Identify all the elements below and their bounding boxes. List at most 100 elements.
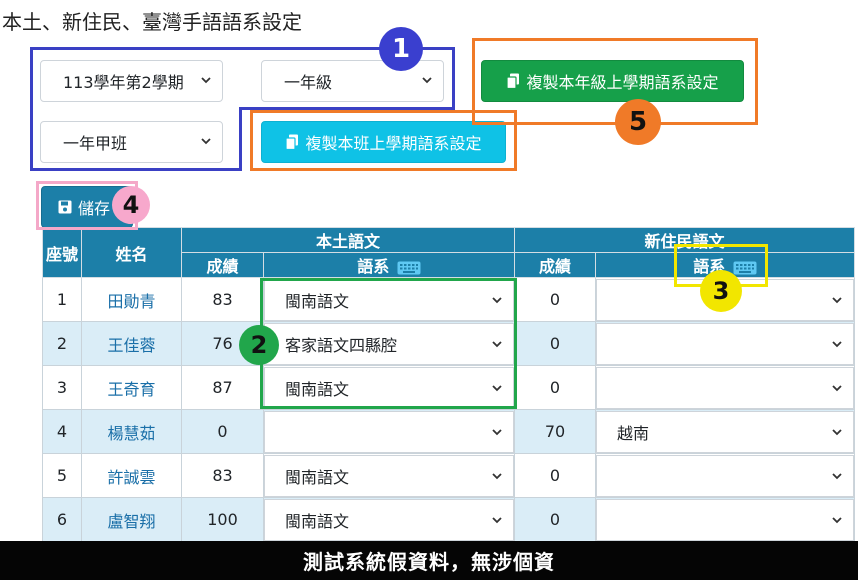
local-lang-select[interactable]: 客家語文四縣腔	[264, 322, 515, 365]
new-lang-cell	[595, 497, 856, 542]
chevron-down-icon	[422, 77, 432, 84]
local-lang-cell	[262, 409, 516, 454]
copy-icon	[506, 73, 520, 89]
chevron-down-icon	[492, 516, 502, 523]
student-name-link[interactable]: 田勛青	[81, 277, 182, 322]
semester-select[interactable]: 113學年第2學期	[40, 60, 223, 102]
keyboard-icon[interactable]	[397, 261, 421, 275]
local-score-cell: 87	[181, 365, 264, 410]
student-name-link[interactable]: 盧智翔	[81, 497, 182, 542]
local-lang-select[interactable]: 閩南語文	[264, 454, 515, 497]
local-lang-value: 閩南語文	[285, 467, 350, 487]
student-name-link[interactable]: 楊慧茹	[81, 409, 182, 454]
new-lang-select[interactable]	[596, 322, 855, 365]
chevron-down-icon	[832, 384, 842, 391]
new-lang-cell	[595, 321, 856, 366]
annotation-frame-1-left	[30, 107, 33, 171]
new-score-header: 成績	[514, 252, 597, 278]
chevron-down-icon	[832, 340, 842, 347]
save-button-label: 儲存	[78, 199, 111, 218]
badge-5: 5	[615, 99, 661, 145]
semester-select-value: 113學年第2學期	[63, 73, 184, 92]
seat-cell: 3	[42, 365, 82, 410]
seat-cell: 6	[42, 497, 82, 542]
local-lang-value: 閩南語文	[285, 291, 350, 311]
new-score-cell: 0	[514, 453, 597, 498]
class-select[interactable]: 一年甲班	[40, 121, 223, 163]
chevron-down-icon	[832, 516, 842, 523]
seat-cell: 5	[42, 453, 82, 498]
annotation-frame-1-inner-right	[239, 107, 242, 171]
chevron-down-icon	[832, 296, 842, 303]
copy-grade-settings-label: 複製本年級上學期語系設定	[526, 73, 719, 92]
new-lang-cell	[595, 365, 856, 410]
seat-cell: 1	[42, 277, 82, 322]
chevron-down-icon	[492, 296, 502, 303]
local-lang-select[interactable]: 閩南語文	[264, 366, 515, 409]
chevron-down-icon	[492, 340, 502, 347]
badge-2: 2	[239, 325, 279, 365]
local-lang-header: 語系	[262, 252, 516, 278]
floppy-disk-icon	[58, 200, 72, 214]
keyboard-icon[interactable]	[733, 261, 757, 275]
student-name-link[interactable]: 王奇育	[81, 365, 182, 410]
page-title: 本土、新住民、臺灣手語語系設定	[2, 10, 302, 34]
chevron-down-icon	[832, 472, 842, 479]
chevron-down-icon	[492, 472, 502, 479]
new-score-cell: 70	[514, 409, 597, 454]
new-lang-select[interactable]	[596, 498, 855, 541]
student-name-link[interactable]: 王佳蓉	[81, 321, 182, 366]
table-row: 6 盧智翔 100 閩南語文 0	[42, 497, 856, 542]
local-score-cell: 100	[181, 497, 264, 542]
copy-class-settings-button[interactable]: 複製本班上學期語系設定	[261, 121, 506, 163]
table-row: 2 王佳蓉 76 客家語文四縣腔 0	[42, 321, 856, 366]
seat-cell: 2	[42, 321, 82, 366]
local-lang-cell: 閩南語文	[262, 277, 516, 322]
new-score-cell: 0	[514, 365, 597, 410]
local-lang-cell: 閩南語文	[262, 453, 516, 498]
copy-grade-settings-button[interactable]: 複製本年級上學期語系設定	[481, 60, 744, 102]
local-language-header: 本土語文	[180, 227, 516, 253]
badge-3: 3	[700, 270, 742, 312]
badge-1: 1	[379, 27, 423, 71]
local-lang-value: 客家語文四縣腔	[285, 335, 398, 355]
annotation-frame-1-bottom	[30, 168, 242, 171]
badge-4: 4	[112, 186, 150, 224]
local-lang-select[interactable]	[264, 410, 515, 453]
seat-header: 座號	[42, 227, 82, 278]
local-lang-select[interactable]: 閩南語文	[264, 498, 515, 541]
table-row: 4 楊慧茹 0 70 越南	[42, 409, 856, 454]
local-lang-cell: 閩南語文	[262, 365, 516, 410]
new-score-cell: 0	[514, 277, 597, 322]
new-lang-select[interactable]	[596, 454, 855, 497]
local-lang-cell: 客家語文四縣腔	[262, 321, 516, 366]
new-score-cell: 0	[514, 497, 597, 542]
local-lang-select[interactable]: 閩南語文	[264, 278, 515, 321]
new-lang-cell	[595, 453, 856, 498]
grade-select[interactable]: 一年級	[261, 60, 444, 102]
table-row: 5 許誠雲 83 閩南語文 0	[42, 453, 856, 498]
copy-icon	[285, 134, 299, 150]
new-lang-select[interactable]	[596, 366, 855, 409]
local-lang-value: 閩南語文	[285, 379, 350, 399]
local-lang-header-label: 語系	[357, 257, 390, 276]
class-select-value: 一年甲班	[63, 134, 128, 153]
copy-class-settings-label: 複製本班上學期語系設定	[305, 134, 482, 153]
chevron-down-icon	[201, 138, 211, 145]
local-lang-value: 閩南語文	[285, 511, 350, 531]
local-score-cell: 0	[181, 409, 264, 454]
annotation-frame-1-inner-top	[239, 107, 455, 110]
local-score-cell: 83	[181, 277, 264, 322]
new-lang-value: 越南	[617, 423, 650, 443]
seat-cell: 4	[42, 409, 82, 454]
grade-select-value: 一年級	[284, 73, 333, 92]
student-name-link[interactable]: 許誠雲	[81, 453, 182, 498]
new-lang-cell: 越南	[595, 409, 856, 454]
table-row: 3 王奇育 87 閩南語文 0	[42, 365, 856, 410]
fake-data-notice: 測試系統假資料，無涉個資	[0, 541, 858, 580]
local-score-header: 成績	[181, 252, 264, 278]
chevron-down-icon	[492, 384, 502, 391]
chevron-down-icon	[492, 428, 502, 435]
new-lang-select[interactable]: 越南	[596, 410, 855, 453]
local-lang-cell: 閩南語文	[262, 497, 516, 542]
